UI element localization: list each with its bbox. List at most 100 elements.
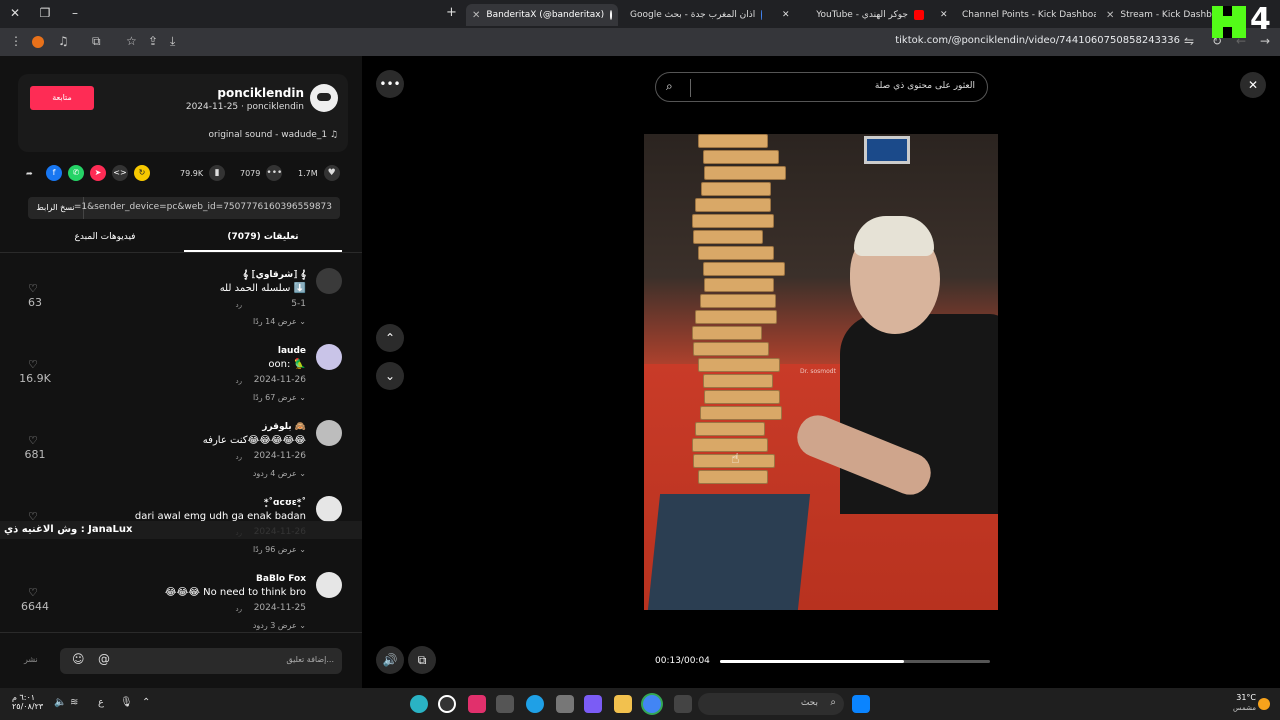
wifi-icon[interactable]: ≋: [70, 697, 78, 708]
whatsapp-icon[interactable]: ✆: [68, 165, 84, 181]
like-heart-icon[interactable]: ♡: [28, 282, 38, 295]
saves-stat[interactable]: 79.9K ▮: [180, 164, 226, 182]
task-view-icon[interactable]: [674, 695, 692, 713]
edge-icon[interactable]: [526, 695, 544, 713]
share-link-text[interactable]: =1&sender_device=pc&web_id=7507776160396…: [74, 202, 332, 212]
file-explorer-icon[interactable]: [614, 695, 632, 713]
install-app-icon[interactable]: ⤓: [170, 34, 175, 49]
pip-icon[interactable]: ⧉: [408, 646, 436, 674]
repost-icon[interactable]: ↻: [134, 165, 150, 181]
bookmark-star-icon[interactable]: ☆: [126, 34, 137, 48]
menu-dots-icon[interactable]: ⋮: [10, 34, 22, 48]
commenter-name[interactable]: BaBlo Fox: [256, 574, 306, 584]
tab-kick-stream[interactable]: ✕ Stream - Kick Dashboard: [1100, 4, 1216, 26]
follow-button[interactable]: متابعة: [30, 86, 94, 110]
close-tab-icon[interactable]: ✕: [940, 4, 954, 26]
site-settings-icon[interactable]: ⇋: [1184, 34, 1194, 48]
post-comment-button[interactable]: نشر: [24, 655, 38, 664]
copilot-icon[interactable]: [584, 695, 602, 713]
close-tab-icon[interactable]: ✕: [782, 4, 796, 26]
emoji-icon[interactable]: ☺: [72, 652, 85, 666]
new-tab-button[interactable]: +: [446, 5, 457, 20]
share-page-icon[interactable]: ⇪: [148, 34, 158, 48]
input-language[interactable]: ع: [98, 697, 104, 708]
likes-stat[interactable]: 1.7M ♥: [298, 164, 340, 182]
tab-kick-channel-points[interactable]: Channel Points - Kick Dashboar: [956, 4, 1096, 26]
reply-button[interactable]: رد: [236, 605, 243, 613]
comment-item: laude oon: 🦜 2024-11-26 رد عرض 67 ردًا ⌄…: [0, 344, 362, 420]
commenter-avatar[interactable]: [316, 268, 342, 294]
view-replies-button[interactable]: عرض 3 ردود ⌄: [253, 621, 306, 630]
embed-icon[interactable]: <>: [112, 165, 128, 181]
commenter-name[interactable]: بلوقرز 🙈: [262, 422, 306, 432]
restore-window-icon[interactable]: ❐: [38, 6, 52, 20]
view-replies-button[interactable]: عرض 4 ردود ⌄: [253, 469, 306, 478]
send-to-friends-icon[interactable]: ➤: [90, 165, 106, 181]
commenter-avatar[interactable]: [316, 572, 342, 598]
reply-button[interactable]: رد: [236, 377, 243, 385]
like-heart-icon[interactable]: ♡: [28, 586, 38, 599]
like-heart-icon[interactable]: ♡: [28, 434, 38, 447]
commenter-avatar[interactable]: [316, 420, 342, 446]
instagram-icon[interactable]: [468, 695, 486, 713]
commenter-name[interactable]: *̥˚ɑcʊε*̥˚: [264, 498, 306, 508]
comment-placeholder: إضافة تعليق...: [286, 655, 334, 664]
close-tab-icon[interactable]: ✕: [472, 10, 480, 21]
profile-avatar[interactable]: [32, 36, 44, 48]
chrome-icon[interactable]: [643, 695, 661, 713]
reply-button[interactable]: رد: [236, 453, 243, 461]
next-video-button[interactable]: ⌄: [376, 362, 404, 390]
taskbar-clock[interactable]: ٦:٠١ م ٢٥/٠٨/٢٣: [12, 693, 43, 711]
app-icon[interactable]: [556, 695, 574, 713]
close-video-button[interactable]: ✕: [1240, 72, 1266, 98]
media-control-icon[interactable]: ♫: [58, 34, 69, 48]
video-player[interactable]: ⌕ العثور على محتوى ذي صلة Dr. sosmodt 00…: [644, 56, 998, 688]
obs-icon[interactable]: [438, 695, 456, 713]
jenga-block: [695, 310, 777, 324]
more-options-button[interactable]: •••: [376, 70, 404, 98]
commenter-name[interactable]: 𝄞 ⟦شرقاوي⟧ 𝄞: [243, 270, 306, 280]
minimize-window-icon[interactable]: –: [68, 6, 82, 20]
mention-icon[interactable]: @: [98, 652, 110, 666]
comment-composer: نشر ☺ @ إضافة تعليق...: [0, 632, 362, 688]
close-window-icon[interactable]: ✕: [8, 6, 22, 20]
volume-icon[interactable]: 🔊: [376, 646, 404, 674]
video-monitor: [864, 136, 910, 164]
view-replies-button[interactable]: عرض 14 ردًا ⌄: [253, 317, 306, 326]
author-name[interactable]: ponciklendin: [217, 86, 304, 100]
taskbar-search[interactable]: بحث ⌕: [698, 693, 844, 715]
reply-button[interactable]: رد: [236, 301, 243, 309]
tab-banderitax[interactable]: ✕ BanderitaX (@banderitax): [466, 4, 618, 26]
view-replies-button[interactable]: عرض 96 ردًا ⌄: [253, 545, 306, 554]
speaker-icon[interactable]: 🔈: [54, 697, 66, 708]
app-icon[interactable]: [410, 695, 428, 713]
store-icon[interactable]: [496, 695, 514, 713]
tab-google-search[interactable]: اذان المغرب جدة - بحث Google: [624, 4, 774, 26]
comment-input[interactable]: ☺ @ إضافة تعليق...: [60, 648, 342, 674]
author-avatar[interactable]: [310, 84, 338, 112]
weather-widget[interactable]: 31°C مشمس: [1233, 693, 1256, 712]
video-progress-bar[interactable]: [720, 660, 990, 663]
tab-comments[interactable]: (7079) تعليقات: [184, 232, 342, 252]
commenter-name[interactable]: laude: [278, 346, 306, 356]
tray-overflow-icon[interactable]: ⌃: [142, 697, 150, 708]
view-replies-button[interactable]: عرض 67 ردًا ⌄: [253, 393, 306, 402]
previous-video-button[interactable]: ⌃: [376, 324, 404, 352]
facebook-icon[interactable]: f: [46, 165, 62, 181]
comments-stat[interactable]: 7079 •••: [240, 164, 283, 182]
related-search-input[interactable]: ⌕ العثور على محتوى ذي صلة: [655, 72, 988, 102]
like-heart-icon[interactable]: ♡: [28, 358, 38, 371]
extensions-icon[interactable]: ⧉: [92, 34, 101, 49]
music-info[interactable]: original sound - wadude_1 ♫: [208, 130, 338, 140]
video-frame[interactable]: Dr. sosmodt: [644, 134, 998, 610]
tab-youtube[interactable]: جوكر الهندي - YouTube: [800, 4, 936, 26]
overlay-chat-text: وش الاغنيه ذي : JanaLux: [4, 524, 133, 535]
close-tab-icon[interactable]: ✕: [1106, 10, 1114, 21]
microphone-icon[interactable]: 🎙: [120, 697, 133, 708]
share-icon[interactable]: ➦: [26, 164, 33, 182]
windows-start-icon[interactable]: [852, 695, 870, 713]
commenter-avatar[interactable]: [316, 496, 342, 522]
address-bar[interactable]: tiktok.com/@ponciklendin/video/744106075…: [895, 35, 1180, 46]
tab-creator-videos[interactable]: فيديوهات المبدع: [26, 232, 184, 242]
commenter-avatar[interactable]: [316, 344, 342, 370]
